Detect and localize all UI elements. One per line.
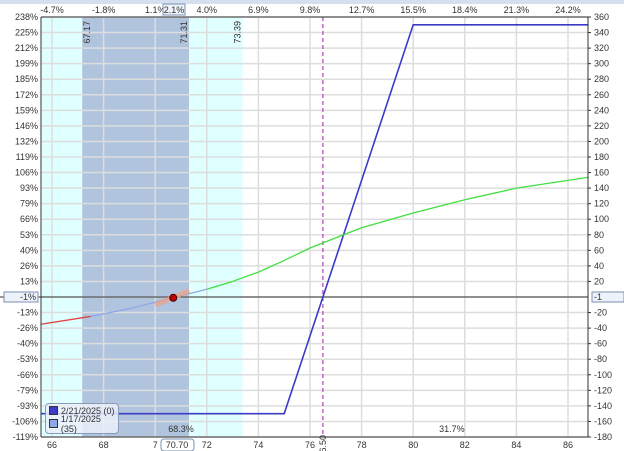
left-tick-label: 199%	[15, 59, 38, 69]
left-tick-label: 93%	[20, 183, 38, 193]
x-tick-label: 84	[511, 440, 521, 450]
left-tick-label: 132%	[15, 136, 38, 146]
top-tick-label: 6.9%	[248, 5, 269, 15]
right-tick-label: -60	[594, 339, 607, 349]
x-tick-label: 74	[253, 440, 263, 450]
top-strip	[0, 0, 624, 4]
right-tick-label: 340	[594, 28, 609, 38]
band-label: 67.17	[82, 21, 92, 44]
top-tick-label: 15.5%	[400, 5, 426, 15]
probability-label: 31.7%	[439, 424, 465, 434]
left-tick-label: -106%	[12, 416, 38, 426]
right-tick-label: -140	[594, 401, 612, 411]
left-tick-label: 119%	[16, 152, 38, 162]
legend-swatch	[49, 406, 58, 415]
right-tick-label: 40	[594, 261, 604, 271]
x-tick-label: 80	[408, 440, 418, 450]
left-tick-label: -53%	[17, 354, 38, 364]
x-tick-label: 68	[99, 440, 109, 450]
right-tick-label: 280	[594, 74, 609, 84]
top-tick-label: 4.0%	[197, 5, 218, 15]
left-tick-label: 212%	[15, 43, 38, 53]
t35-payoff-segment	[516, 176, 589, 189]
payoff-chart: 67.17 71.31 73.3976.5068.3% 31.7%3603403203…	[0, 0, 624, 451]
right-tick-label: 180	[594, 152, 609, 162]
band-label: 73.39	[233, 21, 243, 44]
x-tick-label: 7	[153, 440, 158, 450]
left-tick-label: 146%	[15, 121, 38, 131]
x-tick-label: 86	[563, 440, 573, 450]
legend-label: 1/17/2025 (35)	[60, 413, 101, 434]
probability-label: 68.3%	[168, 424, 194, 434]
right-tick-label: 220	[594, 121, 609, 131]
right-tick-label: 260	[594, 90, 609, 100]
right-tick-label: -80	[594, 354, 607, 364]
top-tick-label: 1.1%	[145, 5, 166, 15]
zero-right-label: -1	[594, 292, 602, 302]
right-tick-label: -40	[594, 323, 607, 333]
right-tick-label: -20	[594, 308, 607, 318]
left-tick-label: 106%	[15, 168, 38, 178]
legend-item-t35[interactable]: 1/17/2025 (35)	[46, 414, 118, 434]
left-tick-label: -93%	[17, 401, 38, 411]
left-tick-label: 26%	[20, 261, 38, 271]
band-label: 71.31	[179, 21, 189, 44]
right-tick-label: 300	[594, 59, 609, 69]
left-tick-label: 225%	[15, 28, 38, 38]
top-tick-label: 9.8%	[300, 5, 321, 15]
x-tick-label: 72	[202, 440, 212, 450]
top-tick-label: 18.4%	[452, 5, 478, 15]
top-tick-label: 24.2%	[555, 5, 581, 15]
top-tick-label: 12.7%	[349, 5, 375, 15]
left-tick-label: -119%	[13, 432, 38, 442]
right-tick-label: 60	[594, 245, 604, 255]
right-tick-label: 360	[594, 12, 609, 22]
right-tick-label: 140	[594, 183, 609, 193]
right-tick-label: 20	[594, 276, 604, 286]
right-tick-label: 200	[594, 136, 609, 146]
left-tick-label: 53%	[20, 230, 38, 240]
right-tick-label: 80	[594, 230, 604, 240]
right-tick-label: 120	[594, 199, 609, 209]
right-tick-label: -160	[594, 416, 612, 426]
right-tick-label: -100	[594, 370, 612, 380]
right-tick-label: 320	[594, 43, 609, 53]
x-tick-label: 66	[47, 440, 57, 450]
probability-band	[82, 17, 189, 437]
x-tick-label: 78	[357, 440, 367, 450]
left-tick-label: -13%	[17, 308, 38, 318]
legend: 2/21/2025 (0) 1/17/2025 (35)	[45, 403, 119, 434]
legend-swatch	[49, 419, 58, 428]
t35-payoff-segment	[464, 187, 517, 201]
current-pct-label: 2.1%	[164, 5, 185, 15]
top-tick-label: 21.3%	[504, 5, 530, 15]
t35-payoff-segment	[361, 212, 414, 229]
x-tick-label: 76	[305, 440, 315, 450]
left-tick-label: 79%	[20, 199, 38, 209]
t35-payoff-segment	[309, 234, 344, 249]
left-tick-label: -40%	[17, 339, 38, 349]
right-tick-label: -180	[594, 432, 612, 442]
left-tick-label: -66%	[17, 370, 38, 380]
left-tick-label: 66%	[20, 214, 38, 224]
top-tick-label: -1.8%	[92, 5, 116, 15]
t35-payoff-segment	[413, 199, 465, 214]
left-tick-label: 238%	[15, 12, 38, 22]
left-tick-label: 172%	[15, 90, 38, 100]
left-tick-label: -26%	[17, 323, 38, 333]
right-tick-label: 160	[594, 168, 609, 178]
right-tick-label: -120	[594, 385, 612, 395]
zero-left-label: -1%	[20, 292, 36, 302]
left-tick-label: 159%	[15, 105, 38, 115]
left-tick-label: 40%	[20, 245, 38, 255]
x-tick-label: 82	[460, 440, 470, 450]
left-tick-label: 13%	[20, 276, 38, 286]
current-price-label: 70.70	[166, 440, 189, 450]
left-tick-label: 185%	[15, 74, 38, 84]
top-tick-label: -4.7%	[40, 5, 64, 15]
right-tick-label: 100	[594, 214, 609, 224]
left-tick-label: -79%	[17, 385, 38, 395]
current-price-marker	[169, 293, 178, 302]
right-tick-label: 240	[594, 105, 609, 115]
